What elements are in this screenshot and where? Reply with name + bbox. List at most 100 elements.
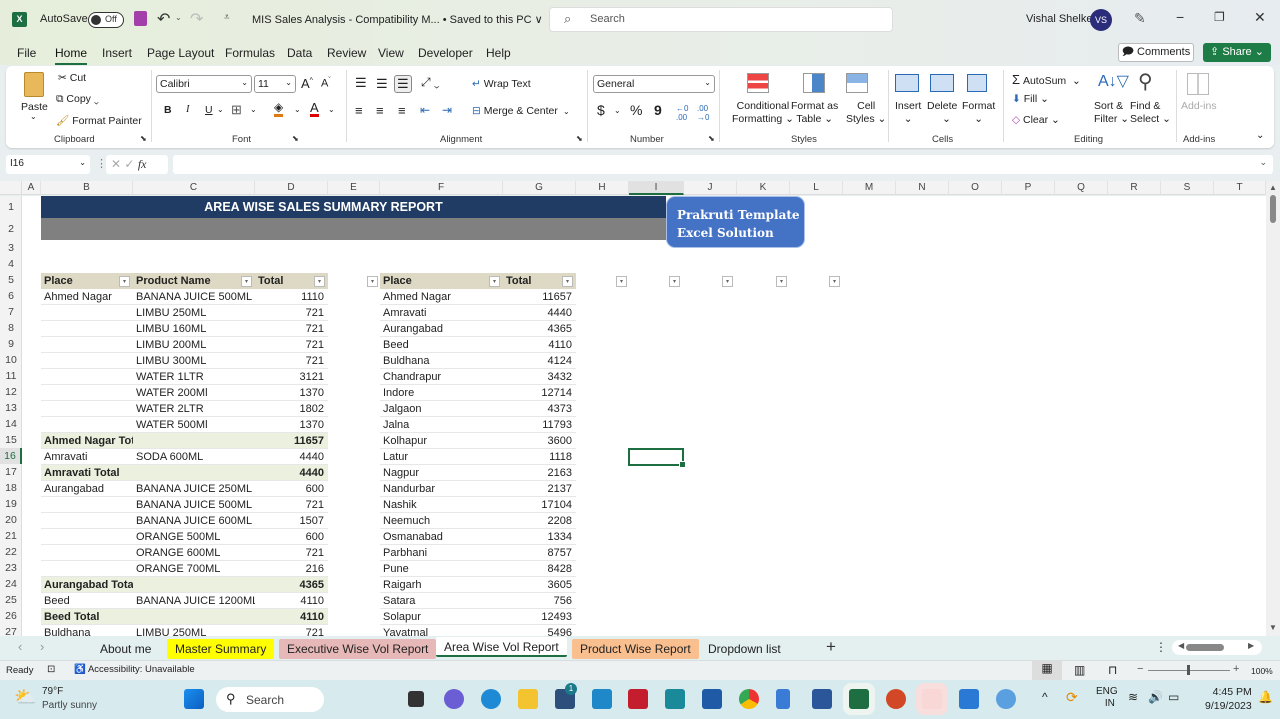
borders-icon[interactable]: ⊞: [231, 102, 242, 118]
horizontal-scrollbar[interactable]: ◀ ▶: [1172, 640, 1262, 655]
tab-review[interactable]: Review: [327, 46, 366, 60]
document-title[interactable]: MIS Sales Analysis - Compatibility M... …: [252, 13, 543, 26]
row-header[interactable]: 9: [0, 336, 22, 352]
column-header[interactable]: T: [1214, 181, 1266, 195]
dialog-launcher-icon[interactable]: ⬊: [292, 134, 299, 143]
add-ins-button[interactable]: Add-ins: [1181, 100, 1217, 112]
tab-page-layout[interactable]: Page Layout: [147, 46, 214, 60]
currency-button[interactable]: $: [597, 102, 605, 118]
column-header[interactable]: D: [255, 181, 328, 195]
pen-icon[interactable]: ✎: [1134, 10, 1146, 27]
volume-icon[interactable]: 🔊: [1148, 690, 1163, 704]
format-as-table-button[interactable]: Format as Table ⌄: [791, 100, 838, 126]
paste-icon[interactable]: [24, 72, 44, 97]
wifi-icon[interactable]: ≋: [1128, 690, 1138, 704]
sheet-tab[interactable]: Dropdown list: [700, 639, 789, 659]
autosum-button[interactable]: Σ AutoSum ⌄: [1012, 72, 1081, 87]
scroll-left-icon[interactable]: ◀: [1178, 641, 1184, 650]
word-icon[interactable]: [812, 689, 832, 709]
undo-dropdown-icon[interactable]: ⌄: [175, 13, 182, 22]
filter-dropdown-icon[interactable]: ▾: [776, 276, 787, 287]
app-l-icon[interactable]: [592, 689, 612, 709]
autosave-toggle[interactable]: Off: [88, 12, 124, 28]
store-icon[interactable]: 1: [555, 683, 577, 709]
photos-icon[interactable]: [959, 689, 979, 709]
delete-button[interactable]: Delete ⌄: [927, 100, 957, 126]
column-header[interactable]: S: [1161, 181, 1214, 195]
function-icon[interactable]: fx: [138, 157, 147, 171]
tab-help[interactable]: Help: [486, 46, 511, 60]
formula-input[interactable]: ⌄: [173, 155, 1273, 174]
zoom-level[interactable]: 100%: [1251, 666, 1273, 676]
increase-decimal-icon[interactable]: ←0.00: [676, 104, 688, 122]
macro-record-icon[interactable]: ⊡: [47, 664, 55, 675]
scroll-down-icon[interactable]: ▼: [1269, 623, 1277, 632]
search-box[interactable]: ⌕ Search: [549, 7, 893, 32]
avatar[interactable]: VS: [1090, 9, 1112, 31]
customize-qat-icon[interactable]: ⩡: [224, 12, 230, 23]
filter-dropdown-icon[interactable]: ▾: [119, 276, 130, 287]
row-header[interactable]: 18: [0, 480, 22, 496]
cancel-icon[interactable]: ✕: [111, 157, 121, 171]
row-header[interactable]: 21: [0, 528, 22, 544]
copy-button[interactable]: ⧉ Copy ⌄: [56, 93, 99, 106]
row-header[interactable]: 13: [0, 400, 22, 416]
mcafee-icon[interactable]: [628, 689, 648, 709]
align-top-icon[interactable]: ☰: [355, 75, 367, 91]
filter-dropdown-icon[interactable]: ▾: [489, 276, 500, 287]
align-right-icon[interactable]: ≡: [398, 103, 406, 118]
fill-button[interactable]: ⬇ Fill ⌄: [1012, 93, 1049, 105]
column-header-selected[interactable]: I: [629, 181, 684, 195]
filter-dropdown-icon[interactable]: ▾: [314, 276, 325, 287]
filter-dropdown-icon[interactable]: ▾: [722, 276, 733, 287]
collapse-ribbon-icon[interactable]: ⌄: [1256, 130, 1264, 141]
snipping-tool-icon[interactable]: [922, 689, 942, 709]
row-header[interactable]: 8: [0, 320, 22, 336]
comma-button[interactable]: 9: [654, 102, 662, 118]
add-sheet-icon[interactable]: +: [826, 637, 836, 657]
filter-dropdown-icon[interactable]: ▾: [616, 276, 627, 287]
tab-home[interactable]: Home: [55, 46, 88, 65]
merge-center-button[interactable]: ⊟ Merge & Center ⌄: [472, 105, 570, 117]
row-header[interactable]: 4: [0, 256, 22, 272]
align-left-icon[interactable]: ≡: [355, 103, 363, 118]
comments-button[interactable]: 🗩 Comments: [1118, 43, 1194, 62]
dialog-launcher-icon[interactable]: ⬊: [708, 134, 715, 143]
row-header[interactable]: 24: [0, 576, 22, 592]
worksheet[interactable]: AREA WISE SALES SUMMARY REPORT Prakruti …: [22, 196, 1266, 636]
mail-icon[interactable]: [702, 689, 722, 709]
align-center-icon[interactable]: ≡: [376, 103, 384, 118]
row-header[interactable]: 20: [0, 512, 22, 528]
file-explorer-icon[interactable]: [518, 689, 538, 709]
decrease-decimal-icon[interactable]: .00 →0: [697, 104, 709, 122]
vertical-scrollbar[interactable]: ▲ ▼: [1266, 181, 1280, 636]
filter-dropdown-icon[interactable]: ▾: [562, 276, 573, 287]
row-header[interactable]: 10: [0, 352, 22, 368]
notepad-icon[interactable]: [776, 689, 790, 709]
sheet-tab[interactable]: Area Wise Vol Report: [436, 637, 567, 657]
align-middle-icon[interactable]: ☰: [376, 76, 388, 92]
more-options-icon[interactable]: ⋮: [1155, 640, 1167, 654]
clear-button[interactable]: ◇ Clear ⌄: [1012, 114, 1060, 126]
chrome-icon[interactable]: [739, 689, 759, 709]
column-header[interactable]: J: [684, 181, 737, 195]
scroll-up-icon[interactable]: ▲: [1269, 183, 1277, 192]
wrap-text-button[interactable]: ↵ Wrap Text: [472, 78, 531, 90]
row-header[interactable]: 15: [0, 432, 22, 448]
increase-indent-icon[interactable]: ⇥: [442, 103, 452, 117]
format-painter-button[interactable]: 🖌 Format Painter: [56, 114, 142, 127]
excel-taskbar-icon[interactable]: [849, 689, 869, 709]
column-header[interactable]: K: [737, 181, 790, 195]
share-button[interactable]: ⇪ Share ⌄: [1203, 43, 1271, 62]
save-icon[interactable]: [134, 11, 147, 26]
column-header[interactable]: F: [380, 181, 503, 195]
tab-file[interactable]: File: [17, 46, 36, 60]
scroll-right-icon[interactable]: ▶: [1248, 641, 1254, 650]
align-bottom-icon[interactable]: ☰: [394, 75, 412, 93]
column-header[interactable]: Q: [1055, 181, 1108, 195]
zoom-in-icon[interactable]: +: [1233, 663, 1239, 675]
paint-icon[interactable]: [996, 689, 1016, 709]
sheet-tab[interactable]: Executive Wise Vol Report: [279, 639, 437, 659]
column-header[interactable]: E: [328, 181, 380, 195]
row-header[interactable]: 26: [0, 608, 22, 624]
